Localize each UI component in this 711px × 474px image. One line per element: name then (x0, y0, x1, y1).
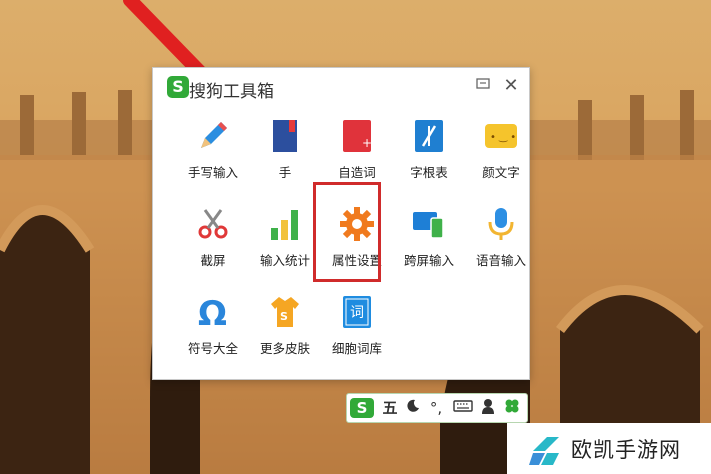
tool-label: 细胞词库 (331, 341, 382, 356)
cross-screen-icon (413, 212, 444, 239)
omega-icon: Ω (198, 294, 227, 330)
emoticon-icon: • ‿ • (485, 124, 517, 148)
moon-icon[interactable] (403, 398, 423, 418)
sogou-logo-icon: S (167, 76, 189, 98)
settings-highlight-box (313, 182, 381, 282)
microphone-icon (488, 208, 514, 240)
watermark: 欧凯手游网 (507, 423, 711, 474)
custom-word-icon: + (343, 120, 372, 152)
scissors-icon (198, 209, 228, 239)
svg-text:• ‿ •: • ‿ • (490, 132, 516, 143)
tool-symbols[interactable]: Ω 符号大全 (177, 294, 249, 368)
pencil-icon (201, 122, 227, 148)
toolbox-title: 搜狗工具箱 (189, 82, 274, 102)
feedback-icon[interactable] (473, 76, 493, 96)
keyboard-icon[interactable] (451, 398, 475, 418)
tool-input-stats[interactable]: 输入统计 (249, 206, 321, 280)
tool-handwriting[interactable]: 手写输入 (177, 118, 249, 192)
svg-text:+: + (362, 136, 372, 150)
input-mode-button[interactable]: 五 (379, 398, 401, 418)
bar-stats-icon (271, 210, 298, 240)
tool-cell-dictionary[interactable]: 词 细胞词库 (321, 294, 393, 368)
svg-text:Ω: Ω (198, 294, 227, 330)
radical-table-icon (415, 120, 443, 152)
tool-handbook[interactable]: 手 (249, 118, 321, 192)
tool-voice-input[interactable]: 语音输入 (465, 206, 537, 280)
clover-icon[interactable] (501, 398, 523, 418)
user-icon[interactable] (477, 398, 499, 418)
tshirt-icon: S (271, 297, 299, 327)
input-status-bar: S 五 °, (346, 393, 528, 423)
book-icon (273, 120, 297, 152)
close-icon[interactable]: ✕ (501, 76, 521, 96)
punctuation-button[interactable]: °, (425, 398, 447, 418)
tool-label: 颜文字 (482, 165, 520, 180)
watermark-text: 欧凯手游网 (571, 438, 681, 462)
tool-label: 语音输入 (475, 253, 526, 268)
tool-radical-table[interactable]: 字根表 (393, 118, 465, 192)
svg-text:S: S (280, 310, 288, 323)
cell-dictionary-char: 词 (350, 305, 364, 321)
tool-screenshot[interactable]: 截屏 (177, 206, 249, 280)
tool-cross-screen[interactable]: 跨屏输入 (393, 206, 465, 280)
watermark-logo-icon (529, 437, 559, 465)
tool-custom-word[interactable]: + 自造词 (321, 118, 393, 192)
tool-emoticon[interactable]: • ‿ • 颜文字 (465, 118, 537, 192)
sogou-status-logo[interactable]: S (350, 398, 374, 418)
tool-more-skins[interactable]: S 更多皮肤 (249, 294, 321, 368)
